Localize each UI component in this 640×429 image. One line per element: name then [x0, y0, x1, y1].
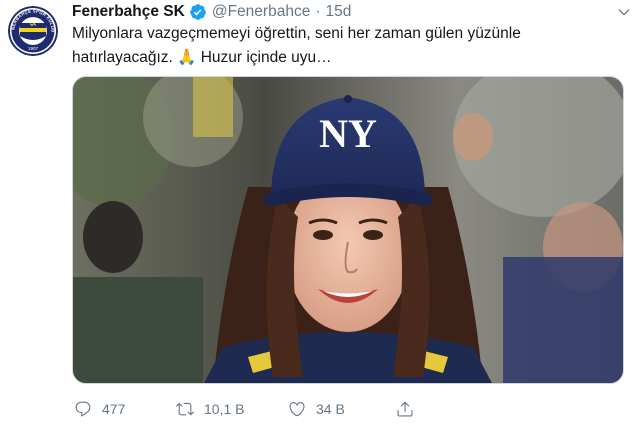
photo-illustration: NY [73, 77, 623, 383]
retweet-count: 10,1 B [204, 401, 245, 417]
reply-icon [75, 401, 91, 417]
tweet-photo[interactable]: NY [72, 76, 624, 384]
like-count: 34 B [316, 401, 345, 417]
chevron-down-icon[interactable] [616, 4, 632, 20]
fenerbahce-crest-icon: FENERBAHÇE SPOR KULÜBÜ 1907 [8, 6, 58, 56]
tweet-text-line: Milyonlara vazgeçmemeyi öğrettin, seni h… [72, 25, 521, 42]
avatar[interactable]: FENERBAHÇE SPOR KULÜBÜ 1907 [8, 6, 58, 56]
heart-icon [289, 402, 305, 417]
retweet-button[interactable]: 10,1 B [176, 400, 244, 418]
separator-dot: · [315, 3, 321, 20]
tweet-timestamp[interactable]: 15d [326, 2, 352, 22]
like-button[interactable]: 34 B [288, 400, 345, 418]
reply-count: 477 [102, 401, 126, 417]
tweet-header: Fenerbahçe SK @Fenerbahce · 15d [72, 2, 351, 22]
tweet-text-line: hatırlayacağız. 🙏 Huzur içinde uyu… [72, 49, 332, 66]
author-name[interactable]: Fenerbahçe SK [72, 2, 185, 22]
verified-badge-icon [189, 3, 207, 21]
share-button[interactable] [396, 400, 424, 418]
tweet-card: FENERBAHÇE SPOR KULÜBÜ 1907 Fenerbahçe S… [0, 0, 640, 429]
tweet-actions: 477 10,1 B 34 B [72, 400, 612, 424]
cap-logo: NY [319, 111, 377, 156]
reply-button[interactable]: 477 [74, 400, 125, 418]
retweet-icon [176, 402, 194, 416]
crest-year: 1907 [28, 46, 39, 51]
tweet-text: Milyonlara vazgeçmemeyi öğrettin, seni h… [72, 22, 612, 70]
share-icon [397, 401, 413, 417]
author-handle[interactable]: @Fenerbahce [212, 2, 310, 22]
